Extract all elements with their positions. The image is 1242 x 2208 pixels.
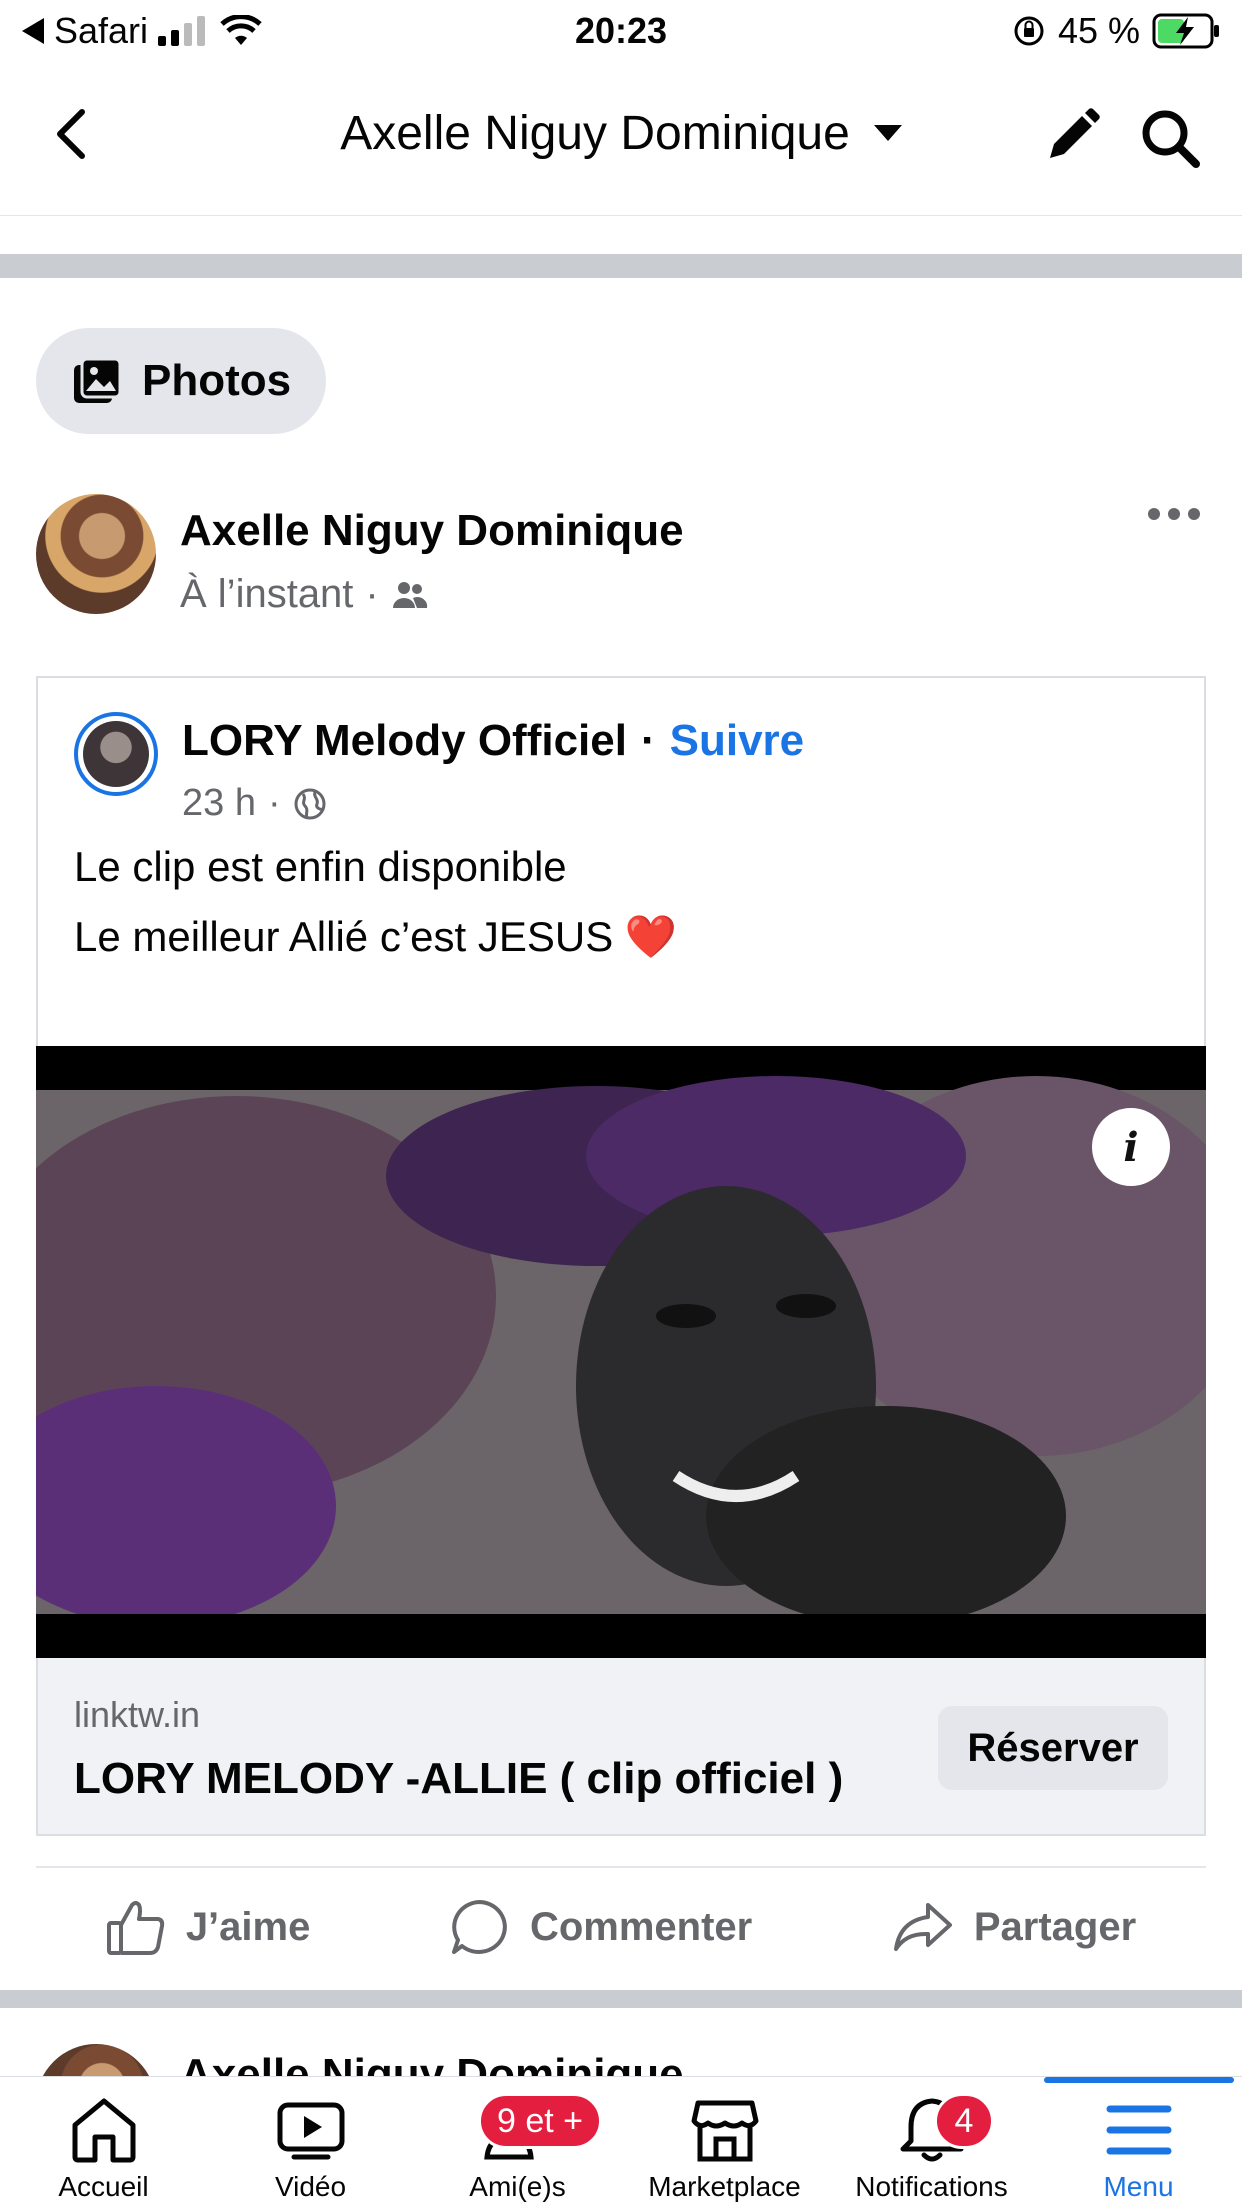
author-avatar[interactable] [36, 494, 156, 614]
notifications-badge: 4 [934, 2093, 994, 2149]
shared-post-meta: 23 h · [182, 782, 327, 825]
tab-marketplace-label: Marketplace [648, 2171, 801, 2202]
link-domain: linktw.in [74, 1694, 201, 1735]
page-title: Axelle Niguy Dominique [340, 107, 850, 160]
shared-post-card[interactable]: LORY Melody Officiel · Suivre 23 h · Le … [36, 676, 1206, 1836]
tab-notifications[interactable]: Notifications [828, 2077, 1035, 2208]
shared-page-header: LORY Melody Officiel · Suivre [182, 716, 804, 766]
photos-chip-label: Photos [142, 356, 292, 405]
edit-pencil-icon[interactable] [1042, 106, 1102, 166]
more-options-icon[interactable] [1148, 508, 1200, 520]
comment-label: Commenter [529, 1904, 753, 1949]
post-time: À l’instant [180, 572, 354, 616]
shared-text-line: Le clip est enfin disponible [74, 843, 567, 890]
globe-icon [294, 788, 326, 819]
menu-hamburger-icon [1106, 2105, 1171, 2155]
tab-friends-label: Ami(e)s [469, 2171, 566, 2202]
comment-bubble-icon [451, 1900, 507, 1954]
share-label: Partager [973, 1904, 1137, 1949]
video-frame-image [36, 1046, 1206, 1658]
meta-dot: · [267, 782, 281, 824]
orientation-lock-icon [1014, 16, 1044, 46]
link-preview[interactable]: linktw.in LORY MELODY -ALLIE ( clip offi… [38, 1658, 1204, 1834]
follow-link[interactable]: Suivre [670, 716, 805, 766]
info-button[interactable]: i [1092, 1108, 1170, 1186]
caret-down-icon [873, 124, 902, 141]
search-icon[interactable] [1138, 106, 1202, 170]
shared-page-name[interactable]: LORY Melody Officiel [182, 716, 627, 766]
bottom-tab-bar: Accueil Vidéo Ami(e)s 9 et + Marketplace [0, 2076, 1242, 2208]
shared-post-time: 23 h [182, 782, 256, 824]
friends-badge: 9 et + [478, 2093, 603, 2149]
battery-percent: 45 % [1057, 10, 1140, 51]
thumbs-up-icon [106, 1901, 164, 1955]
like-button[interactable]: J’aime [106, 1899, 311, 1955]
marketplace-icon [691, 2100, 758, 2162]
photos-chip[interactable]: Photos [36, 328, 326, 434]
post-action-bar: J’aime Commenter Partager [36, 1866, 1206, 1986]
share-button[interactable]: Partager [892, 1901, 1136, 1953]
tab-marketplace[interactable]: Marketplace [621, 2077, 828, 2208]
comment-button[interactable]: Commenter [450, 1898, 752, 1956]
home-icon [72, 2098, 135, 2163]
follow-separator: · [640, 716, 656, 765]
post-author-name[interactable]: Axelle Niguy Dominique [180, 506, 684, 556]
shared-text-line: Le meilleur Allié c’est JESUS ❤️ [74, 913, 678, 960]
like-label: J’aime [185, 1904, 311, 1949]
shared-post-text: Le clip est enfin disponible Le meilleur… [74, 832, 677, 972]
page-avatar[interactable] [74, 712, 158, 796]
tab-menu-label: Menu [1103, 2171, 1174, 2202]
meta-dot: · [365, 572, 379, 616]
section-divider [0, 1990, 1242, 2008]
post-meta: À l’instant · [180, 572, 429, 617]
link-title: LORY MELODY -ALLIE ( clip officiel ) [74, 1754, 844, 1803]
friends-audience-icon [392, 581, 427, 608]
tab-home[interactable]: Accueil [0, 2077, 207, 2208]
status-bar: Safari 20:23 45 % [0, 0, 1242, 62]
video-icon [277, 2102, 344, 2160]
tab-notifications-label: Notifications [855, 2171, 1008, 2202]
nav-bar: Axelle Niguy Dominique [0, 62, 1242, 216]
tab-menu[interactable]: Menu [1035, 2077, 1242, 2208]
reserve-button[interactable]: Réserver [938, 1706, 1168, 1790]
share-arrow-icon [893, 1903, 952, 1951]
tab-video-label: Vidéo [274, 2171, 347, 2202]
tab-home-label: Accueil [58, 2171, 149, 2202]
video-thumbnail[interactable]: i [36, 1046, 1206, 1658]
photos-icon [74, 357, 122, 403]
tab-video[interactable]: Vidéo [207, 2077, 414, 2208]
battery-charging-icon [1152, 13, 1219, 49]
section-divider [0, 254, 1242, 278]
